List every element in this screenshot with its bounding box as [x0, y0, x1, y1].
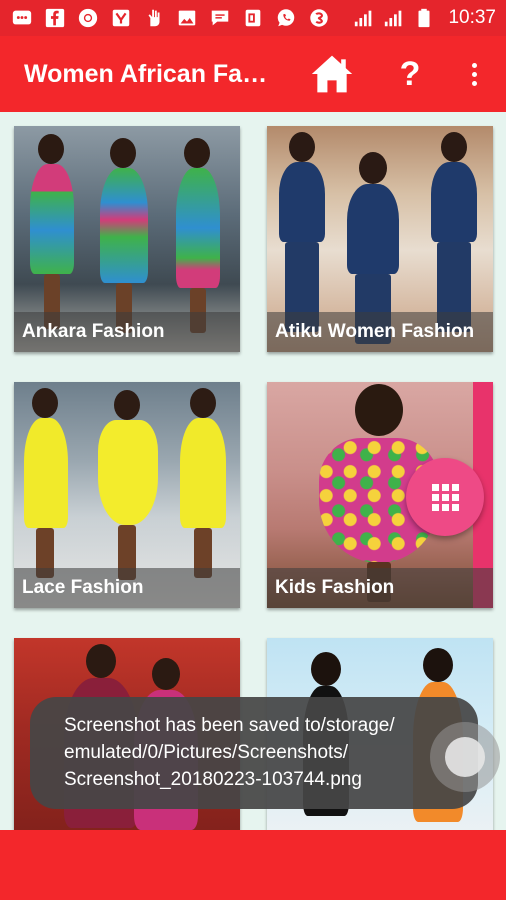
toast-line: Screenshot_20180223-103744.png [64, 769, 362, 790]
signal-icon [352, 7, 376, 29]
yahoo-icon [109, 7, 133, 29]
clock: 10:37 [448, 7, 496, 28]
status-bar: 10:37 [0, 0, 506, 36]
signal-icon-2 [382, 7, 406, 29]
toast-line: emulated/0/Pictures/Screenshots/ [64, 742, 349, 763]
battery-icon [412, 7, 436, 29]
home-icon [311, 55, 353, 93]
help-button[interactable]: ? [392, 50, 428, 98]
office-icon [241, 7, 265, 29]
assistive-touch-button[interactable] [430, 722, 500, 792]
chat-icon [208, 7, 232, 29]
category-label: Kids Fashion [267, 568, 493, 608]
toast-line: Screenshot has been saved to/storage/ [64, 715, 395, 736]
more-options-button[interactable] [462, 54, 486, 94]
hand-icon [142, 7, 166, 29]
app-icon [307, 7, 331, 29]
gallery-icon [175, 7, 199, 29]
app-title: Women African Fa… [24, 60, 268, 88]
category-label: Ankara Fashion [14, 312, 240, 352]
category-card-ankara[interactable]: Ankara Fashion [14, 126, 240, 352]
apps-grid-icon [431, 483, 459, 511]
bottom-banner [0, 830, 506, 900]
chrome-icon [76, 7, 100, 29]
whatsapp-icon [274, 7, 298, 29]
facebook-icon [43, 7, 67, 29]
notification-icons [10, 7, 331, 29]
assistive-touch-icon [445, 737, 485, 777]
system-icons: 10:37 [352, 7, 496, 29]
apps-fab-button[interactable] [406, 458, 484, 536]
home-button[interactable] [306, 50, 358, 98]
category-card-atiku[interactable]: Atiku Women Fashion [267, 126, 493, 352]
messages-icon [10, 7, 34, 29]
category-card-lace[interactable]: Lace Fashion [14, 382, 240, 608]
app-bar: Women African Fa… ? [0, 36, 506, 112]
category-label: Atiku Women Fashion [267, 312, 493, 352]
category-label: Lace Fashion [14, 568, 240, 608]
more-vert-icon [471, 62, 477, 68]
screenshot-toast: Screenshot has been saved to/storage/ em… [30, 697, 478, 809]
